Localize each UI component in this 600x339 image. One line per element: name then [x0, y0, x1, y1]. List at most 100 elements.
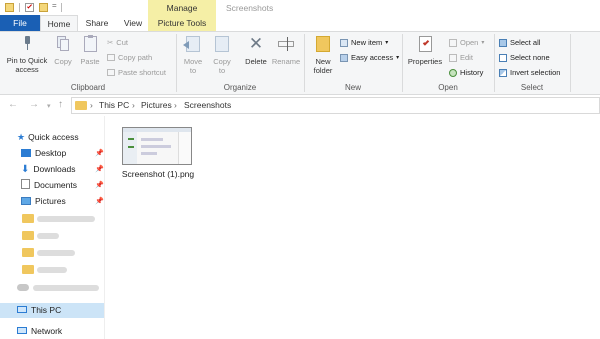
new-folder-qat-icon[interactable]	[39, 3, 48, 12]
copy-button[interactable]: Copy	[52, 36, 74, 67]
new-item-button[interactable]: New item ▾	[340, 38, 388, 47]
thumbnail-detail	[141, 138, 163, 141]
thumbnail-detail	[141, 145, 171, 148]
dropdown-arrow-icon: ▾	[481, 40, 485, 46]
folder-icon	[5, 3, 14, 12]
this-pc-label: This PC	[31, 305, 62, 315]
rename-button[interactable]: Rename	[271, 36, 301, 67]
manage-label[interactable]: Manage	[148, 3, 216, 13]
pin-quick-access-button[interactable]: Pin to Quick access	[4, 36, 50, 74]
blurred-folder-label	[37, 267, 67, 273]
select-group-label: Select	[520, 83, 544, 92]
cut-button[interactable]: ✂ Cut	[107, 38, 128, 47]
move-to-button[interactable]: Move to	[181, 36, 205, 75]
forward-arrow-icon[interactable]: →	[29, 99, 39, 110]
sidebar-item-network[interactable]: Network	[0, 324, 104, 339]
tab-file[interactable]: File	[0, 15, 40, 31]
new-group-label: New	[344, 83, 361, 92]
copy-path-button[interactable]: Copy path	[107, 53, 152, 62]
pinned-icon: 📌	[95, 166, 104, 173]
separator	[19, 3, 20, 12]
sidebar-item-desktop[interactable]: Desktop	[0, 146, 104, 161]
open-label: Open	[460, 38, 479, 47]
thumbnail-detail	[128, 146, 134, 148]
invert-selection-label: Invert selection	[510, 68, 561, 77]
pane-divider[interactable]	[104, 116, 105, 339]
edit-button[interactable]: Edit	[449, 53, 473, 62]
quick-access-label: Quick access	[28, 132, 79, 142]
thumbnail-detail	[141, 152, 157, 155]
new-folder-icon	[316, 36, 330, 52]
copy-to-button[interactable]: Copy to	[210, 36, 234, 75]
copy-path-label: Copy path	[118, 53, 153, 62]
qat-dropdown-icon[interactable]: =	[52, 1, 57, 10]
documents-label: Documents	[34, 180, 77, 190]
network-icon	[17, 327, 27, 334]
paste-shortcut-label: Paste shortcut	[118, 68, 166, 77]
cut-label: Cut	[116, 38, 128, 47]
edit-label: Edit	[460, 53, 473, 62]
sidebar-item-downloads[interactable]: ⬇ Downloads	[0, 162, 104, 177]
tab-share[interactable]: Share	[78, 15, 116, 31]
star-icon: ★	[17, 132, 26, 142]
desktop-icon	[21, 149, 31, 157]
properties-qat-icon[interactable]	[25, 3, 34, 12]
tab-picture-tools[interactable]: Picture Tools	[150, 15, 214, 31]
paste-shortcut-icon	[107, 69, 115, 76]
pinned-icon: 📌	[95, 150, 104, 157]
open-button[interactable]: Open ▾	[449, 38, 484, 47]
folder-icon	[22, 265, 34, 274]
title-bar	[0, 0, 600, 15]
separator	[61, 3, 62, 12]
breadcrumb-separator: ›	[132, 100, 135, 110]
group-separator	[570, 34, 571, 92]
blurred-onedrive-label	[33, 285, 99, 291]
downloads-label: Downloads	[33, 164, 76, 174]
edit-icon	[449, 53, 457, 62]
sidebar-quick-access[interactable]: ★ Quick access	[0, 130, 104, 145]
pictures-icon	[21, 197, 31, 205]
new-item-label: New item	[351, 38, 383, 47]
folder-icon	[75, 101, 87, 110]
invert-selection-icon	[499, 68, 507, 77]
breadcrumb-screenshots[interactable]: Screenshots	[184, 98, 231, 112]
pin-label: Pin to Quick access	[6, 56, 48, 74]
sidebar-item-pictures[interactable]: Pictures	[0, 194, 104, 209]
invert-selection-button[interactable]: Invert selection	[499, 68, 560, 77]
sidebar-item-documents[interactable]: Documents	[0, 178, 104, 193]
select-none-button[interactable]: Select none	[499, 53, 550, 62]
dropdown-arrow-icon: ▾	[385, 40, 389, 46]
properties-button[interactable]: Properties	[406, 36, 444, 67]
breadcrumb-pictures[interactable]: Pictures	[141, 98, 172, 112]
copy-icon	[57, 36, 69, 52]
properties-icon	[418, 36, 432, 52]
select-all-label: Select all	[510, 38, 541, 47]
delete-label: Delete	[245, 57, 267, 66]
pinned-icon: 📌	[95, 198, 104, 205]
history-button[interactable]: History	[449, 68, 483, 77]
folder-icon	[22, 248, 34, 257]
pin-icon	[21, 36, 33, 50]
move-to-icon	[183, 36, 200, 52]
up-arrow-icon[interactable]: ↑	[58, 99, 63, 110]
tab-home[interactable]: Home	[40, 15, 78, 31]
breadcrumb-this-pc[interactable]: This PC	[99, 98, 129, 112]
back-arrow-icon[interactable]: ←	[8, 99, 18, 110]
sidebar-item-this-pc[interactable]: This PC	[0, 303, 104, 318]
file-thumbnail[interactable]	[122, 127, 192, 165]
easy-access-button[interactable]: Easy access ▾	[340, 53, 399, 62]
new-folder-button[interactable]: New folder	[308, 36, 338, 75]
tab-view[interactable]: View	[116, 15, 150, 31]
paste-button[interactable]: Paste	[78, 35, 102, 67]
blurred-folder-label	[37, 216, 95, 222]
recent-locations-icon[interactable]: ▾	[47, 101, 51, 112]
copy-path-icon	[107, 54, 115, 61]
clipboard-group-label: Clipboard	[70, 83, 106, 92]
history-icon	[449, 68, 457, 77]
breadcrumb-separator: ›	[90, 100, 93, 110]
documents-icon	[21, 179, 30, 189]
delete-button[interactable]: ✕ Delete	[243, 35, 269, 67]
select-all-button[interactable]: Select all	[499, 38, 540, 47]
thumbnail-sidebar	[123, 132, 137, 164]
paste-shortcut-button[interactable]: Paste shortcut	[107, 68, 166, 77]
